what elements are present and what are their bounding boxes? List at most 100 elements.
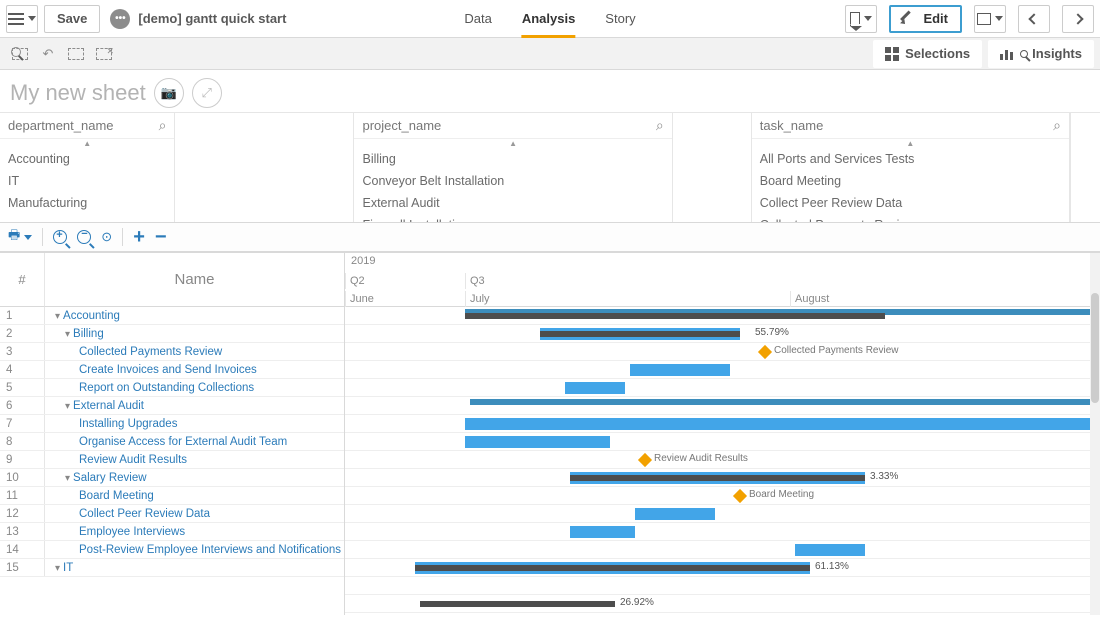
gantt-progress xyxy=(540,331,740,337)
field-name: department_name xyxy=(8,118,114,133)
list-item[interactable]: Billing xyxy=(354,148,671,170)
gantt-bar[interactable] xyxy=(795,544,865,556)
table-row[interactable]: 6▾External Audit xyxy=(0,397,344,415)
search-icon[interactable]: ⌕ xyxy=(1053,117,1061,134)
table-row[interactable]: 7Installing Upgrades xyxy=(0,415,344,433)
column-header-num[interactable]: # xyxy=(0,253,45,307)
row-number: 13 xyxy=(0,523,45,540)
gantt-chart[interactable]: # Name 1▾Accounting2▾Billing3Collected P… xyxy=(0,252,1100,615)
gantt-bar[interactable] xyxy=(635,508,715,520)
selections-tool-button[interactable]: Selections xyxy=(873,40,982,68)
sheet-title[interactable]: My new sheet xyxy=(10,80,146,106)
zoom-in-button[interactable] xyxy=(53,230,67,244)
table-row[interactable]: 8Organise Access for External Audit Team xyxy=(0,433,344,451)
table-row[interactable]: 10▾Salary Review xyxy=(0,469,344,487)
gantt-bar[interactable] xyxy=(565,382,625,394)
gantt-bar[interactable] xyxy=(570,526,635,538)
filter-task[interactable]: task_name⌕ ▲ All Ports and Services Test… xyxy=(752,113,1070,222)
table-row[interactable]: 13Employee Interviews xyxy=(0,523,344,541)
tab-data[interactable]: Data xyxy=(464,0,491,38)
list-item[interactable]: Manufacturing xyxy=(0,192,174,214)
list-item[interactable]: Collected Payments Review xyxy=(752,214,1069,222)
expand-icon: ⤢ xyxy=(202,85,212,101)
search-icon[interactable]: ⌕ xyxy=(159,117,167,134)
clear-selections-button[interactable]: ✕ xyxy=(90,42,118,66)
table-row[interactable]: 9Review Audit Results xyxy=(0,451,344,469)
expander-icon[interactable]: ▾ xyxy=(65,470,70,486)
gantt-progress xyxy=(420,601,615,607)
gantt-row: Board Meeting xyxy=(345,487,1100,505)
gantt-row xyxy=(345,307,1100,325)
timeline-month: June xyxy=(345,291,465,307)
list-item[interactable]: Conveyor Belt Installation xyxy=(354,170,671,192)
expander-icon[interactable]: ▾ xyxy=(55,308,60,324)
gantt-grid[interactable]: # Name 1▾Accounting2▾Billing3Collected P… xyxy=(0,253,345,615)
smart-search-button[interactable] xyxy=(6,42,34,66)
insights-icon xyxy=(1000,48,1014,60)
sheet-menu-button[interactable] xyxy=(974,5,1006,33)
snapshot-button[interactable]: 📷 xyxy=(154,78,184,108)
edit-button[interactable]: Edit xyxy=(889,5,962,33)
gantt-bar[interactable] xyxy=(470,399,1100,405)
table-row[interactable]: 11Board Meeting xyxy=(0,487,344,505)
insights-label: Insights xyxy=(1032,46,1082,61)
milestone-icon[interactable] xyxy=(733,489,747,503)
list-item[interactable]: Firewall Installation xyxy=(354,214,671,222)
step-back-button[interactable]: ↶ xyxy=(34,42,62,66)
table-row[interactable]: 5Report on Outstanding Collections xyxy=(0,379,344,397)
edit-label: Edit xyxy=(923,11,948,26)
insights-button[interactable]: Insights xyxy=(988,40,1094,68)
table-row[interactable]: 15▾IT xyxy=(0,559,344,577)
add-row-button[interactable]: + xyxy=(133,226,145,249)
milestone-icon[interactable] xyxy=(758,345,772,359)
search-icon[interactable]: ⌕ xyxy=(656,117,664,134)
scrollbar-vertical[interactable] xyxy=(1090,253,1100,615)
table-row[interactable]: 14Post-Review Employee Interviews and No… xyxy=(0,541,344,559)
gantt-bar[interactable] xyxy=(465,436,610,448)
pencil-icon xyxy=(901,9,921,29)
filter-project[interactable]: project_name⌕ ▲ BillingConveyor Belt Ins… xyxy=(354,113,671,222)
zoom-out-button[interactable] xyxy=(77,230,91,244)
caret-down-icon xyxy=(995,16,1003,21)
list-item[interactable]: Accounting xyxy=(0,148,174,170)
fullscreen-button[interactable]: ⤢ xyxy=(192,78,222,108)
list-item[interactable]: All Ports and Services Tests xyxy=(752,148,1069,170)
caret-down-icon xyxy=(28,16,36,21)
list-item[interactable]: Board Meeting xyxy=(752,170,1069,192)
column-header-name[interactable]: Name xyxy=(45,253,344,307)
expander-icon[interactable]: ▾ xyxy=(65,326,70,342)
step-forward-button[interactable] xyxy=(62,42,90,66)
gantt-timeline[interactable]: 2019 Q2 Q3 June July August 55.79%Collec… xyxy=(345,253,1100,615)
gantt-row: Collected Payments Review xyxy=(345,343,1100,361)
filter-department[interactable]: department_name⌕ ▲ AccountingITManufactu… xyxy=(0,113,174,222)
timeline-year: 2019 xyxy=(351,255,375,267)
zoom-fit-button[interactable]: ⊙ xyxy=(101,229,112,245)
progress-label: 61.13% xyxy=(815,561,849,572)
table-row[interactable]: 12Collect Peer Review Data xyxy=(0,505,344,523)
print-button[interactable]: 🖶 xyxy=(8,226,32,248)
tab-story[interactable]: Story xyxy=(605,0,635,38)
table-row[interactable]: 4Create Invoices and Send Invoices xyxy=(0,361,344,379)
row-number: 11 xyxy=(0,487,45,504)
empty-area xyxy=(1070,113,1100,222)
save-button[interactable]: Save xyxy=(44,5,100,33)
bookmark-button[interactable] xyxy=(845,5,877,33)
gantt-bar[interactable] xyxy=(630,364,730,376)
tab-analysis[interactable]: Analysis xyxy=(522,0,575,38)
list-item[interactable]: IT xyxy=(0,170,174,192)
list-item[interactable]: Collect Peer Review Data xyxy=(752,192,1069,214)
gantt-bar[interactable] xyxy=(465,418,1100,430)
remove-row-button[interactable]: − xyxy=(155,226,167,249)
expander-icon[interactable]: ▾ xyxy=(55,560,60,576)
table-row[interactable]: 1▾Accounting xyxy=(0,307,344,325)
milestone-icon[interactable] xyxy=(638,453,652,467)
table-row[interactable]: 3Collected Payments Review xyxy=(0,343,344,361)
row-number: 7 xyxy=(0,415,45,432)
expander-icon[interactable]: ▾ xyxy=(65,398,70,414)
table-row[interactable]: 2▾Billing xyxy=(0,325,344,343)
hamburger-menu-button[interactable] xyxy=(6,5,38,33)
list-item[interactable]: External Audit xyxy=(354,192,671,214)
row-name: Collected Payments Review xyxy=(45,343,344,360)
prev-sheet-button[interactable] xyxy=(1018,5,1050,33)
next-sheet-button[interactable] xyxy=(1062,5,1094,33)
